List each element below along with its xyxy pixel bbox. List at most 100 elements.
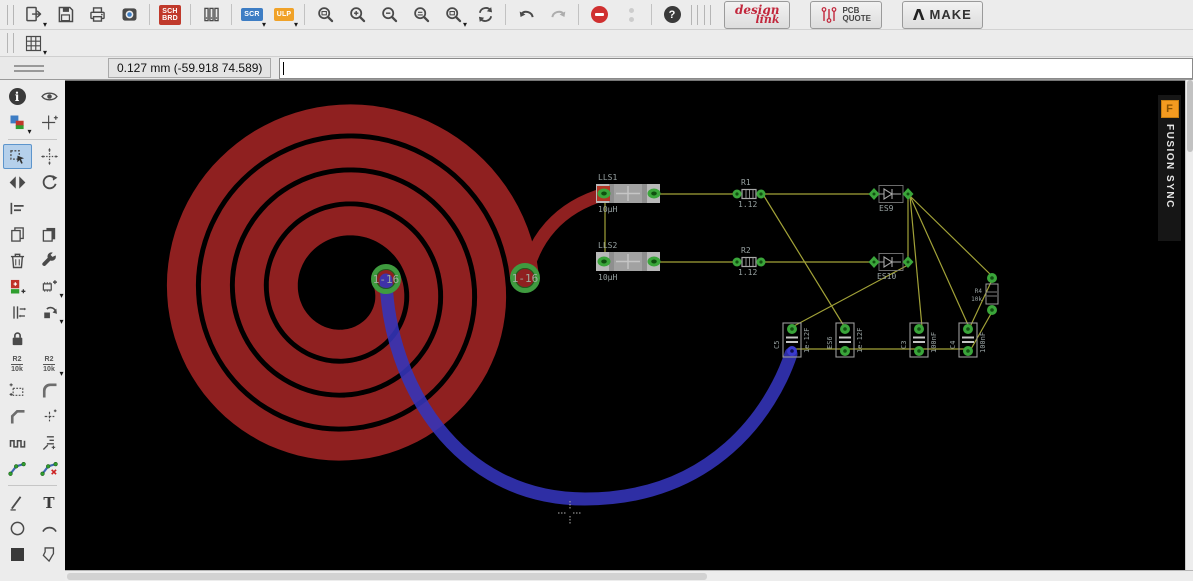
pcb-quote-button[interactable]: PCB QUOTE <box>810 1 881 29</box>
ref-label: C3 <box>900 341 908 349</box>
horizontal-scrollbar[interactable] <box>65 570 1193 581</box>
design-link-button[interactable]: design link <box>724 1 790 29</box>
rotate-group-button[interactable]: ▾ <box>35 300 64 325</box>
miter-round-button[interactable] <box>35 378 64 403</box>
horizontal-scrollbar-thumb[interactable] <box>67 573 707 580</box>
rect-button[interactable] <box>3 542 32 567</box>
circle-button[interactable] <box>3 516 32 541</box>
vertical-scrollbar-thumb[interactable] <box>1187 80 1193 152</box>
save-button[interactable] <box>51 2 79 28</box>
grid-toolbar: ▾ <box>0 30 1193 57</box>
pcb-quote-label: PCB QUOTE <box>842 7 870 23</box>
scrollbar-corner <box>0 570 65 581</box>
zoom-fit-button[interactable] <box>311 2 339 28</box>
value-label: 1.12 <box>738 200 757 209</box>
run-script-button[interactable]: SCR▾ <box>238 2 266 28</box>
text-button[interactable]: T <box>35 490 64 515</box>
value-button[interactable]: R210k▾ <box>35 352 64 377</box>
fusion-sync-label: FUSION SYNC <box>1164 124 1175 209</box>
eagle-board-editor-window: ▾SCH BRDSCR▾ULP▾▾ design link PCB QUOTE … <box>0 0 1193 581</box>
layer-settings-button[interactable]: ▾ <box>3 110 32 135</box>
pad-label: 1-16 <box>512 272 539 285</box>
align-button[interactable] <box>3 196 32 221</box>
command-input[interactable] <box>279 58 1193 79</box>
move-button[interactable] <box>35 144 64 169</box>
refresh-button[interactable] <box>471 2 499 28</box>
main-toolbar: ▾SCH BRDSCR▾ULP▾▾ design link PCB QUOTE … <box>0 0 1193 30</box>
ref-label: LLS2 <box>598 241 617 250</box>
make-button[interactable]: Λ MAKE <box>902 1 983 29</box>
ref-label: C5 <box>773 341 781 349</box>
library-button[interactable] <box>197 2 225 28</box>
delete-button[interactable] <box>3 248 32 273</box>
autodesk-logo-icon: Λ <box>913 6 925 24</box>
miter-straight-button[interactable] <box>3 404 32 429</box>
group-select-button[interactable] <box>3 144 32 169</box>
ref-label: R4 <box>975 288 983 295</box>
redo-button[interactable] <box>544 2 572 28</box>
mark-button[interactable] <box>35 110 64 135</box>
board-canvas[interactable]: LLS1 10µH LLS2 10µH <box>65 80 1185 570</box>
fusion-sync-tab[interactable]: F FUSION SYNC <box>1158 95 1181 241</box>
design-link-label: design link <box>735 6 779 24</box>
paste-array-button[interactable] <box>3 378 32 403</box>
value-label: 1.12 <box>738 268 757 277</box>
value-label: 10µH <box>598 205 617 214</box>
print-button[interactable] <box>83 2 111 28</box>
ref-label: ES9 <box>879 204 894 213</box>
change-button[interactable] <box>35 248 64 273</box>
undo-button[interactable] <box>512 2 540 28</box>
name-button[interactable]: R210k <box>3 352 32 377</box>
rotate-button[interactable] <box>35 170 64 195</box>
history-dots-button[interactable] <box>617 2 645 28</box>
lock-button[interactable] <box>3 326 32 351</box>
ref-label: R1 <box>741 178 751 187</box>
sch-brd-toggle-button[interactable]: SCH BRD <box>156 2 184 28</box>
left-tool-palette: ▾▾▾R210kR210k▾T <box>0 80 65 581</box>
route-button[interactable] <box>3 456 32 481</box>
replace-button[interactable] <box>3 300 32 325</box>
value-label: 10µH <box>598 273 617 282</box>
value-label: 10k <box>971 296 982 303</box>
add-part-button[interactable] <box>3 274 32 299</box>
run-ulp-button[interactable]: ULP▾ <box>270 2 298 28</box>
zoom-out-button[interactable] <box>375 2 403 28</box>
ref-label: ES6 <box>826 336 834 349</box>
polygon-button[interactable] <box>35 542 64 567</box>
value-label: 1e-12F <box>803 328 811 353</box>
help-button[interactable] <box>658 2 686 28</box>
value-label: 100nF <box>930 332 938 353</box>
fusion-icon: F <box>1161 100 1179 118</box>
pinswap-button[interactable]: ▾ <box>35 274 64 299</box>
ref-label: ES10 <box>877 272 896 281</box>
wire-button[interactable] <box>3 490 32 515</box>
zoom-redraw-button[interactable]: ▾ <box>439 2 467 28</box>
statusbar-grip-handle[interactable] <box>14 65 44 72</box>
grid-button[interactable]: ▾ <box>19 30 47 56</box>
mirror-button[interactable] <box>3 170 32 195</box>
mark-origin-button[interactable] <box>35 404 64 429</box>
meander-button[interactable] <box>3 430 32 455</box>
coordinate-display: 0.127 mm (-59.918 74.589) <box>108 58 271 78</box>
stop-button[interactable] <box>585 2 613 28</box>
value-label: 100nF <box>979 332 987 353</box>
ref-label: LLS1 <box>598 173 617 182</box>
ref-label: C4 <box>949 341 957 349</box>
arc-button[interactable] <box>35 516 64 541</box>
copy-button[interactable] <box>3 222 32 247</box>
pcb-quote-icon <box>821 6 837 24</box>
zoom-in-button[interactable] <box>343 2 371 28</box>
show-button[interactable] <box>35 84 64 109</box>
split-button[interactable] <box>35 430 64 455</box>
ripup-button[interactable] <box>35 456 64 481</box>
text-caret <box>283 62 284 75</box>
zoom-select-button[interactable] <box>407 2 435 28</box>
export-image-button[interactable] <box>115 2 143 28</box>
info-button[interactable] <box>3 84 32 109</box>
ref-label: R2 <box>741 246 751 255</box>
paste-button[interactable] <box>35 222 64 247</box>
pad-label: 1-16 <box>373 273 400 286</box>
make-label: MAKE <box>930 7 972 22</box>
open-export-button[interactable]: ▾ <box>19 2 47 28</box>
vertical-scrollbar[interactable] <box>1185 80 1193 570</box>
